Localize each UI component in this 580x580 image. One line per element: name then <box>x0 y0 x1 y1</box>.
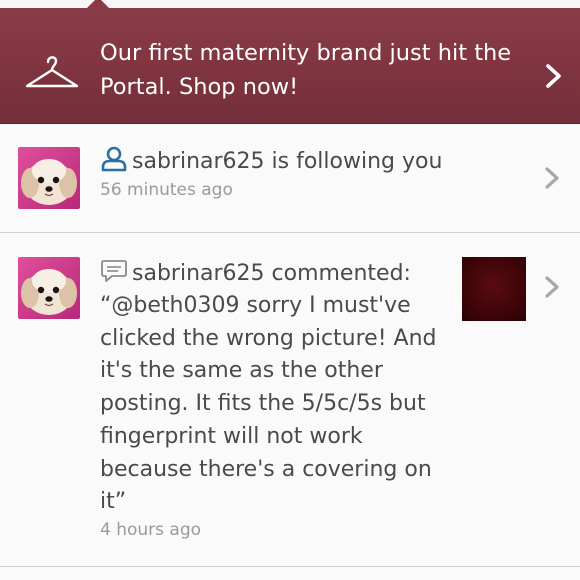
notification-message: sabrinar625 commented: <box>100 258 411 286</box>
comment-text: “@beth0309 sorry I must've clicked the w… <box>100 293 437 515</box>
chevron-right-icon <box>546 64 561 88</box>
message-text: sabrinar625 commented: <box>132 261 411 286</box>
comment-bubble-icon <box>101 260 127 282</box>
promo-text: Our first maternity brand just hit the P… <box>100 40 512 100</box>
hanger-icon <box>25 56 79 88</box>
avatar[interactable] <box>18 147 80 209</box>
timestamp: 4 hours ago <box>100 520 202 540</box>
notification-message: sabrinar625 is following you <box>100 146 442 174</box>
list-end <box>0 567 580 580</box>
top-bar <box>0 0 580 11</box>
follow-person-icon <box>101 146 127 172</box>
listing-thumbnail[interactable] <box>462 257 526 321</box>
timestamp: 56 minutes ago <box>100 180 233 200</box>
message-text: sabrinar625 is following you <box>132 149 443 174</box>
chevron-right-icon <box>545 276 559 298</box>
notification-comment[interactable]: sabrinar625 commented: “@beth0309 sorry … <box>0 234 580 567</box>
notification-follow[interactable]: sabrinar625 is following you 56 minutes … <box>0 124 580 233</box>
avatar[interactable] <box>18 257 80 319</box>
promo-banner[interactable]: Our first maternity brand just hit the P… <box>0 8 580 124</box>
chevron-right-icon <box>545 167 559 189</box>
